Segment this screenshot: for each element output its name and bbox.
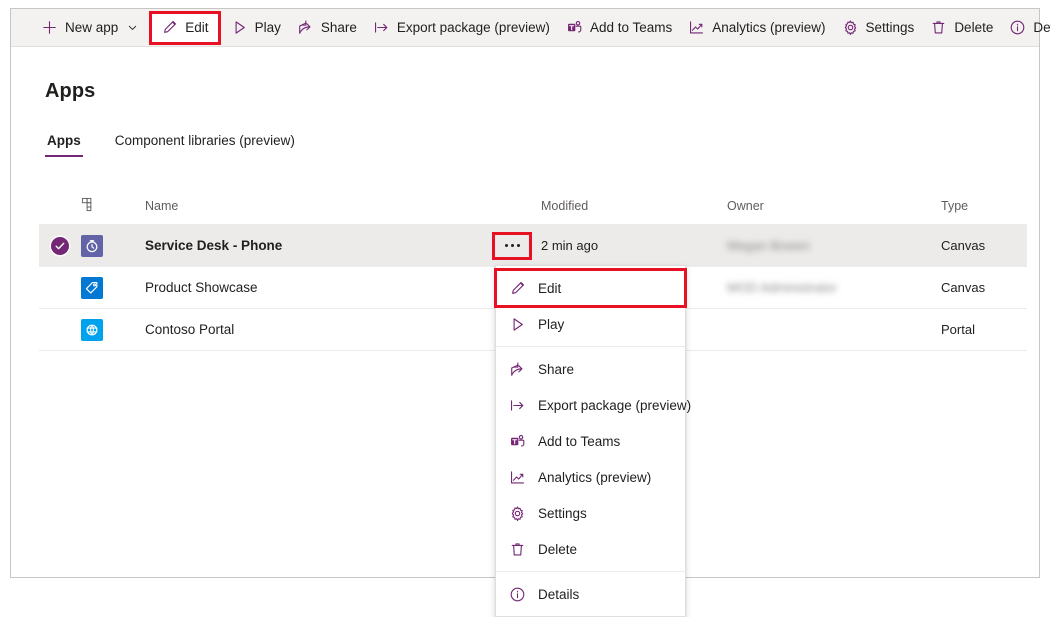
menu-item-label: Edit: [538, 281, 561, 296]
command-settings-button[interactable]: Settings: [834, 13, 923, 43]
owner-name: Megan Bowen: [727, 238, 810, 253]
menu-item-delete[interactable]: Delete: [496, 531, 685, 567]
menu-item-label: Play: [538, 317, 564, 332]
share-icon: [508, 360, 526, 378]
play-icon: [231, 19, 248, 36]
more-options-icon[interactable]: [495, 235, 529, 257]
row-more-cell: [483, 235, 541, 257]
owner-name: MOD Administrator: [727, 280, 837, 295]
command-share-button[interactable]: Share: [289, 13, 365, 43]
command-bar: New app Edit Play Share Export package (prev…: [11, 9, 1039, 47]
content-area: Apps Apps Component libraries (preview): [11, 47, 1039, 577]
command-label: Delete: [954, 20, 993, 35]
share-icon: [297, 19, 314, 36]
teams-icon: [508, 432, 526, 450]
play-icon: [508, 315, 526, 333]
command-label: Export package (preview): [397, 20, 550, 35]
command-add-to-teams-button[interactable]: Add to Teams: [558, 13, 680, 43]
menu-item-edit[interactable]: Edit: [496, 270, 685, 306]
export-icon: [373, 19, 390, 36]
app-name[interactable]: Contoso Portal: [123, 322, 483, 337]
analytics-icon: [688, 19, 705, 36]
info-icon: [1009, 19, 1026, 36]
type-cell: Canvas: [941, 280, 1027, 295]
table-row[interactable]: Service Desk - Phone 2 min agoMegan Bowen…: [39, 225, 1027, 267]
info-icon: [508, 585, 526, 603]
header-modified[interactable]: Modified: [541, 199, 727, 213]
app-name[interactable]: Product Showcase: [123, 280, 483, 295]
command-label: Edit: [185, 20, 208, 35]
header-name[interactable]: Name: [123, 199, 483, 213]
table-columns-icon[interactable]: [81, 197, 96, 215]
command-new-app-button[interactable]: New app: [33, 13, 147, 43]
command-label: New app: [65, 20, 118, 35]
pencil-icon: [161, 19, 178, 36]
portal-icon: [81, 319, 103, 341]
teams-icon: [566, 19, 583, 36]
command-label: Share: [321, 20, 357, 35]
list-header-row: Name Modified Owner Type: [39, 187, 1027, 225]
gear-icon: [842, 19, 859, 36]
header-grid-icon-cell: [81, 197, 123, 215]
pencil-icon: [508, 279, 526, 297]
pivot-tabs: Apps Component libraries (preview): [45, 133, 327, 157]
menu-item-play[interactable]: Play: [496, 306, 685, 342]
command-label: Play: [255, 20, 281, 35]
menu-item-analytics-preview[interactable]: Analytics (preview): [496, 459, 685, 495]
row-select-checkbox[interactable]: [39, 237, 81, 255]
tab-apps[interactable]: Apps: [45, 133, 83, 157]
command-play-button[interactable]: Play: [223, 13, 289, 43]
app-name[interactable]: Service Desk - Phone: [123, 238, 483, 253]
tag-icon: [81, 277, 103, 299]
plus-icon: [41, 19, 58, 36]
command-export-package-preview-button[interactable]: Export package (preview): [365, 13, 558, 43]
menu-item-label: Add to Teams: [538, 434, 620, 449]
trash-icon: [508, 540, 526, 558]
command-details-button[interactable]: Details: [1001, 13, 1051, 43]
app-icon-cell: [81, 235, 123, 257]
stopwatch-icon: [81, 235, 103, 257]
export-icon: [508, 396, 526, 414]
gear-icon: [508, 504, 526, 522]
menu-item-details[interactable]: Details: [496, 576, 685, 612]
app-icon-cell: [81, 319, 123, 341]
owner-cell: MOD Administrator: [727, 280, 941, 295]
header-type[interactable]: Type: [941, 199, 1027, 213]
menu-divider: [496, 346, 685, 347]
menu-item-settings[interactable]: Settings: [496, 495, 685, 531]
command-delete-button[interactable]: Delete: [922, 13, 1001, 43]
menu-item-share[interactable]: Share: [496, 351, 685, 387]
app-icon-cell: [81, 277, 123, 299]
type-cell: Canvas: [941, 238, 1027, 253]
command-edit-button[interactable]: Edit: [151, 13, 218, 43]
command-label: Details: [1033, 20, 1051, 35]
modified-cell: 2 min ago: [541, 238, 727, 253]
menu-item-add-to-teams[interactable]: Add to Teams: [496, 423, 685, 459]
command-label: Settings: [866, 20, 915, 35]
command-label: Analytics (preview): [712, 20, 825, 35]
menu-item-label: Details: [538, 587, 579, 602]
trash-icon: [930, 19, 947, 36]
menu-item-label: Settings: [538, 506, 587, 521]
header-owner[interactable]: Owner: [727, 199, 941, 213]
command-analytics-preview-button[interactable]: Analytics (preview): [680, 13, 833, 43]
chevron-down-icon[interactable]: [126, 21, 139, 34]
menu-item-export-package-preview[interactable]: Export package (preview): [496, 387, 685, 423]
tab-component-libraries-preview[interactable]: Component libraries (preview): [113, 133, 297, 157]
analytics-icon: [508, 468, 526, 486]
menu-divider: [496, 571, 685, 572]
menu-item-label: Delete: [538, 542, 577, 557]
menu-item-label: Analytics (preview): [538, 470, 651, 485]
menu-item-label: Export package (preview): [538, 398, 691, 413]
type-cell: Portal: [941, 322, 1027, 337]
row-context-menu: Edit Play Share Export package (preview) Add…: [495, 265, 686, 617]
command-label: Add to Teams: [590, 20, 672, 35]
check-icon: [51, 237, 69, 255]
page-title: Apps: [45, 80, 95, 103]
owner-cell: Megan Bowen: [727, 238, 941, 253]
app-window: New app Edit Play Share Export package (prev…: [10, 8, 1040, 578]
menu-item-label: Share: [538, 362, 574, 377]
